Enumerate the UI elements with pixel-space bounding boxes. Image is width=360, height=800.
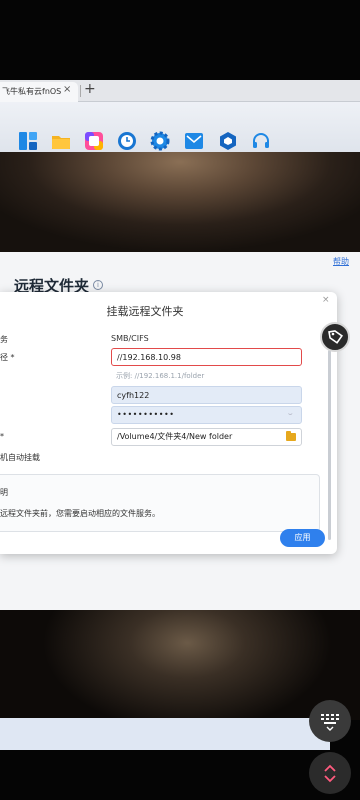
- tag-icon: [328, 330, 344, 344]
- address-hint: 示例: //192.168.1.1/folder: [116, 372, 205, 380]
- new-tab-button[interactable]: +: [84, 81, 96, 97]
- note-heading: 明: [0, 488, 8, 497]
- note-panel: [0, 474, 320, 532]
- dialog-scrollbar[interactable]: [328, 350, 331, 540]
- tab-close-icon[interactable]: ×: [63, 84, 71, 95]
- username-input[interactable]: [111, 386, 302, 404]
- desktop-wallpaper: [0, 152, 360, 252]
- help-link[interactable]: 帮助: [333, 256, 349, 267]
- address-label: 径 *: [0, 353, 15, 362]
- password-input[interactable]: •••••••••••: [111, 406, 302, 424]
- headset-icon[interactable]: [251, 131, 271, 151]
- tab-title: 飞牛私有云fnOS: [2, 87, 62, 96]
- screen: 飞牛私有云fnOS × + 帮助 远程文件夹 i 挂载远程文件夹 × 务 SMB…: [0, 0, 360, 800]
- apply-button[interactable]: 应用: [280, 529, 325, 547]
- taskbar-strip: [0, 718, 330, 750]
- expand-collapse-float-button[interactable]: [309, 752, 351, 794]
- browse-folder-icon[interactable]: [286, 431, 296, 441]
- chevron-up-down-icon: [324, 764, 336, 783]
- note-text: 远程文件夹前，您需要启动相应的文件服务。: [0, 509, 160, 518]
- protocol-value: SMB/CIFS: [111, 334, 149, 343]
- tab-divider: [80, 85, 81, 97]
- settings-gear-icon[interactable]: [150, 131, 170, 151]
- cube-icon[interactable]: [218, 131, 238, 151]
- protocol-label: 务: [0, 335, 8, 344]
- mail-icon[interactable]: [184, 131, 204, 151]
- browser-tab-bar: 飞牛私有云fnOS × +: [0, 80, 360, 102]
- automount-checkbox-label[interactable]: 机自动挂载: [0, 452, 40, 463]
- mount-path-input[interactable]: /Volume4/文件夹4/New folder: [111, 428, 302, 446]
- browser-tab[interactable]: 飞牛私有云fnOS ×: [0, 82, 78, 102]
- remote-address-input[interactable]: [111, 348, 302, 366]
- app-center-icon[interactable]: [84, 131, 104, 151]
- dialog-close-icon[interactable]: ×: [322, 295, 330, 305]
- folder-icon[interactable]: [51, 131, 71, 151]
- dashboard-icon[interactable]: [18, 131, 38, 151]
- desktop-wallpaper-lower: [0, 610, 360, 720]
- dialog-title: 挂载远程文件夹: [106, 305, 184, 318]
- keyboard-icon: [321, 714, 339, 731]
- tag-float-button[interactable]: [320, 322, 350, 352]
- clock-icon[interactable]: [117, 131, 137, 151]
- show-password-icon[interactable]: ⌣: [288, 410, 293, 419]
- keyboard-float-button[interactable]: [309, 700, 351, 742]
- mount-path-label: *: [0, 432, 4, 441]
- info-icon[interactable]: i: [93, 280, 103, 290]
